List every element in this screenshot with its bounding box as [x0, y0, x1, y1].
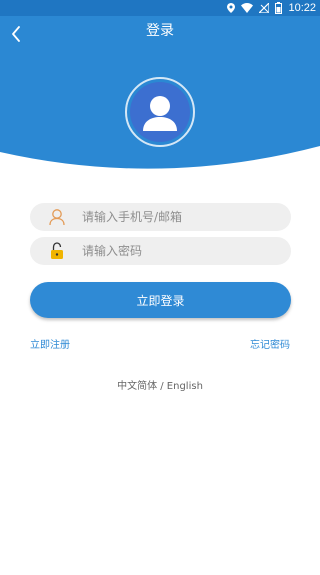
battery-icon: [275, 2, 283, 14]
location-icon: [227, 3, 236, 13]
avatar[interactable]: [130, 82, 190, 142]
password-input[interactable]: [82, 244, 272, 258]
username-input[interactable]: [82, 210, 272, 224]
user-icon: [46, 207, 68, 227]
lock-icon: [46, 241, 68, 261]
status-time: 10:22: [288, 2, 316, 14]
password-field[interactable]: [30, 237, 291, 265]
register-link[interactable]: 立即注册: [30, 336, 70, 351]
username-field[interactable]: [30, 203, 291, 231]
status-bar: 10:22: [0, 0, 320, 16]
login-button[interactable]: 立即登录: [30, 282, 291, 318]
page-title: 登录: [146, 23, 174, 39]
forgot-password-link[interactable]: 忘记密码: [250, 336, 290, 351]
avatar-ring: [125, 77, 195, 147]
login-screen: 10:22 登录 请输入手机号/邮箱 立即登录 立即注册 忘记密码 中文简体 /…: [0, 0, 320, 575]
signal-off-icon: [259, 3, 270, 13]
language-switch[interactable]: 中文简体 / English: [0, 377, 320, 392]
user-silhouette-icon: [143, 96, 177, 131]
wifi-icon: [241, 3, 254, 13]
